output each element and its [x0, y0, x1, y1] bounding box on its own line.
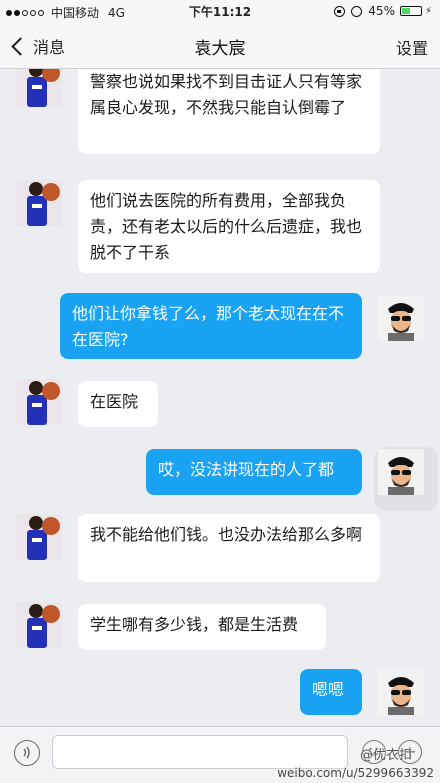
status-bar: 中国移动 4G 下午11:12 45% ⚡ [0, 0, 440, 22]
contact-avatar[interactable] [16, 69, 62, 107]
contact-avatar[interactable] [16, 379, 62, 425]
watermark-handle: @优衣扣 [360, 748, 413, 763]
rotation-lock-icon [334, 5, 346, 17]
settings-button[interactable]: 设置 [396, 35, 428, 59]
status-right: 45% ⚡ [328, 4, 432, 18]
contact-avatar[interactable] [16, 180, 62, 226]
message-bubble-outgoing[interactable]: 嗯嗯 [300, 669, 362, 715]
alarm-icon [351, 5, 363, 17]
nav-bar: 消息 袁大宸 设置 [0, 22, 440, 69]
voice-input-button[interactable] [14, 740, 40, 766]
message-bubble-incoming[interactable]: 我不能给他们钱。也没办法给那么多啊 [78, 514, 380, 582]
battery-percent: 45% [368, 4, 395, 18]
chat-area[interactable]: 警察也说如果找不到目击证人只有等家属良心发现，不然我只能自认倒霉了 他们说去医院… [0, 69, 440, 726]
my-avatar[interactable] [378, 295, 424, 341]
contact-avatar[interactable] [16, 514, 62, 560]
chat-title: 袁大宸 [194, 39, 246, 59]
my-avatar[interactable] [378, 449, 424, 495]
contact-avatar[interactable] [16, 602, 62, 648]
message-bubble-incoming[interactable]: 在医院 [78, 381, 158, 427]
watermark-url: weibo.com/u/5299663392 [277, 766, 434, 780]
message-bubble-outgoing[interactable]: 哎，没法讲现在的人了都 [146, 449, 362, 495]
message-bubble-incoming[interactable]: 学生哪有多少钱，都是生活费 [78, 604, 326, 650]
charging-bolt-icon: ⚡ [424, 5, 432, 17]
my-avatar[interactable] [378, 669, 424, 715]
message-bubble-incoming[interactable]: 他们说去医院的所有费用，全部我负责，还有老太以后的什么后遗症，我也脱不了干系 [78, 180, 380, 273]
message-input[interactable] [52, 735, 348, 769]
message-bubble-incoming[interactable]: 警察也说如果找不到目击证人只有等家属良心发现，不然我只能自认倒霉了 [78, 69, 380, 154]
voice-icon [23, 746, 30, 759]
battery-icon [399, 6, 422, 16]
message-bubble-outgoing[interactable]: 他们让你拿钱了么，那个老太现在在不在医院? [60, 293, 362, 359]
